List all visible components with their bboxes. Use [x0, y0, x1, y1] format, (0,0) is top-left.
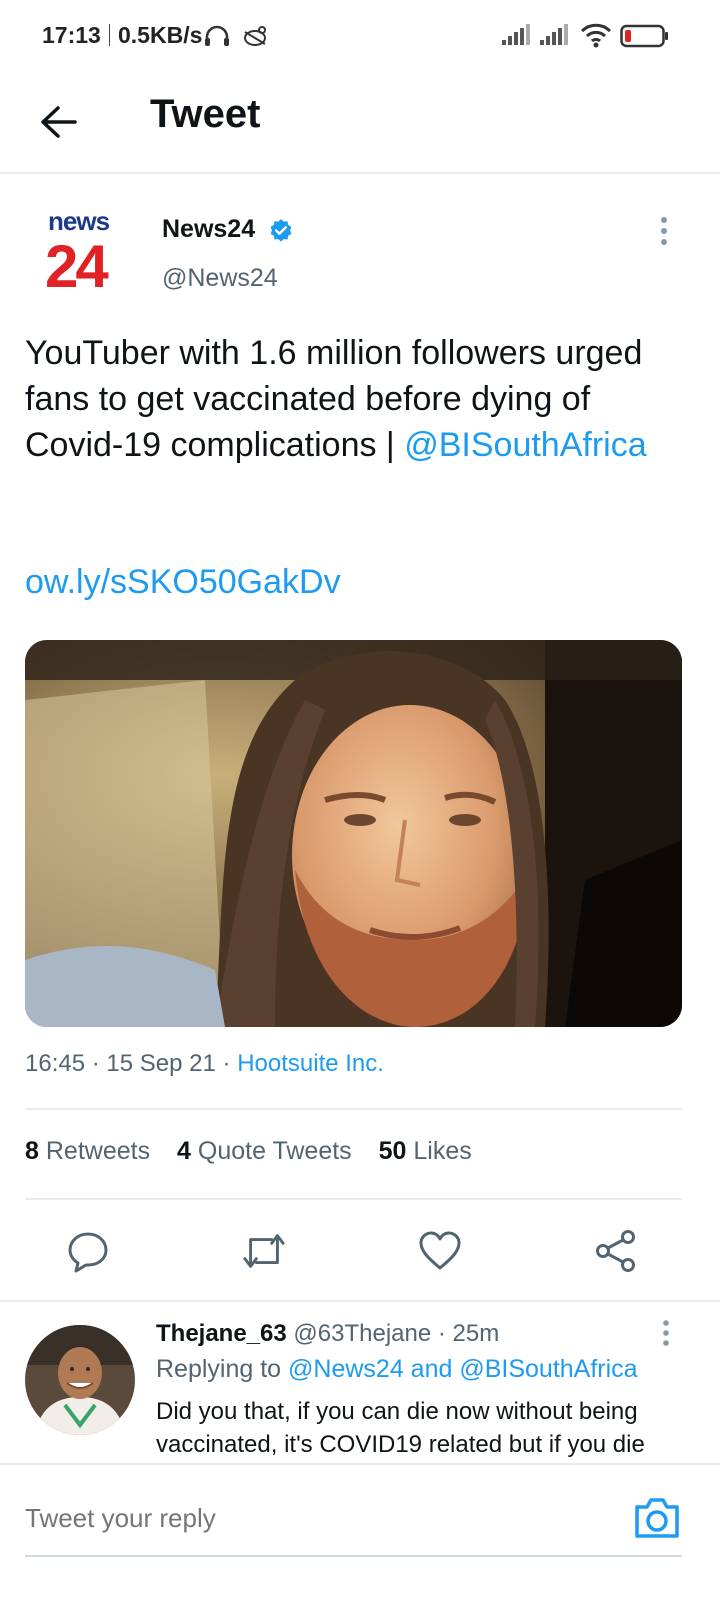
- reply-text: Did you that, if you can die now without…: [156, 1398, 645, 1458]
- mention-link[interactable]: @BISouthAfrica: [404, 426, 646, 464]
- tweet-url-link[interactable]: ow.ly/sSKO50GakDv: [25, 563, 341, 602]
- replying-to-prefix: Replying to: [156, 1355, 282, 1383]
- divider: [25, 1108, 682, 1110]
- quote-tweets-label: Quote Tweets: [197, 1137, 352, 1165]
- replying-to-targets[interactable]: @News24 and @BISouthAfrica: [288, 1355, 638, 1383]
- tweet-time: 16:45: [25, 1050, 86, 1077]
- reply-author-handle[interactable]: @63Thejane: [293, 1320, 431, 1347]
- retweets-count: 8: [25, 1137, 39, 1165]
- tweet-meta: 16:45 · 15 Sep 21 · Hootsuite Inc.: [25, 1050, 384, 1078]
- reply-button[interactable]: [65, 1228, 111, 1274]
- network-speed: 0.5KB/s: [118, 22, 203, 48]
- wifi-icon: [580, 22, 612, 53]
- back-button[interactable]: [28, 94, 88, 150]
- more-vertical-icon: [663, 1320, 669, 1346]
- tweet-source-link[interactable]: Hootsuite Inc.: [237, 1050, 384, 1077]
- reply-more-options-button[interactable]: [654, 1318, 678, 1352]
- retweet-button[interactable]: [241, 1228, 287, 1274]
- likes-count: 50: [378, 1137, 407, 1165]
- battery-icon: [620, 24, 670, 53]
- meta-dot: ·: [91, 1050, 107, 1077]
- status-time: 17:13: [42, 22, 101, 48]
- reply-time: 25m: [452, 1320, 500, 1347]
- share-icon: [596, 1230, 635, 1272]
- verified-badge-icon: [268, 218, 294, 249]
- page-title: Tweet: [150, 92, 261, 136]
- meta-dot: ·: [222, 1050, 238, 1077]
- avatar-photo: [25, 1325, 135, 1435]
- header: Tweet: [0, 72, 720, 174]
- retweets-stat[interactable]: 8 Retweets: [25, 1137, 150, 1165]
- likes-stat[interactable]: 50 Likes: [379, 1137, 472, 1165]
- reply-input[interactable]: [25, 1503, 605, 1534]
- tweet-text: YouTuber with 1.6 million followers urge…: [25, 330, 685, 468]
- signal-icon: [500, 24, 532, 51]
- like-button[interactable]: [417, 1228, 463, 1274]
- share-button[interactable]: [593, 1228, 639, 1274]
- author-handle[interactable]: @News24: [162, 264, 278, 293]
- more-options-button[interactable]: [652, 212, 676, 252]
- video-still-photo: [25, 640, 682, 1027]
- status-separator: [109, 24, 110, 46]
- quote-tweets-stat[interactable]: 4 Quote Tweets: [177, 1137, 352, 1165]
- composer-underline: [25, 1555, 682, 1557]
- retweets-label: Retweets: [45, 1137, 151, 1165]
- tweet-date: 15 Sep 21: [106, 1050, 216, 1077]
- quote-tweets-count: 4: [177, 1137, 191, 1165]
- logo-number: 24: [45, 233, 109, 300]
- reply-avatar[interactable]: [25, 1325, 135, 1435]
- likes-label: Likes: [413, 1137, 472, 1165]
- reply-author-name[interactable]: Thejane_63: [156, 1320, 287, 1347]
- back-arrow-icon: [41, 106, 77, 138]
- signal-icon-2: [538, 24, 570, 51]
- author-name[interactable]: News24: [162, 215, 255, 244]
- reply-composer: [0, 1463, 720, 1602]
- meta-dot: ·: [437, 1320, 446, 1347]
- status-bar: 17:13 0.5KB/s: [0, 0, 720, 72]
- retweet-icon: [243, 1234, 285, 1268]
- camera-icon: [635, 1498, 679, 1538]
- tweet-media-image[interactable]: [25, 640, 682, 1027]
- more-vertical-icon: [661, 217, 667, 245]
- reply-icon: [68, 1232, 108, 1273]
- reply-header: Thejane_63 @63Thejane · 25m: [156, 1320, 499, 1348]
- divider: [25, 1198, 682, 1200]
- headphones-icon: [203, 24, 231, 53]
- heart-icon: [419, 1231, 461, 1270]
- engagement-stats: 8 Retweets 4 Quote Tweets 50 Likes: [25, 1137, 472, 1166]
- divider: [0, 1300, 720, 1302]
- camera-button[interactable]: [632, 1495, 682, 1541]
- bug-icon: [240, 24, 270, 53]
- replying-to: Replying to @News24 and @BISouthAfrica: [156, 1355, 638, 1384]
